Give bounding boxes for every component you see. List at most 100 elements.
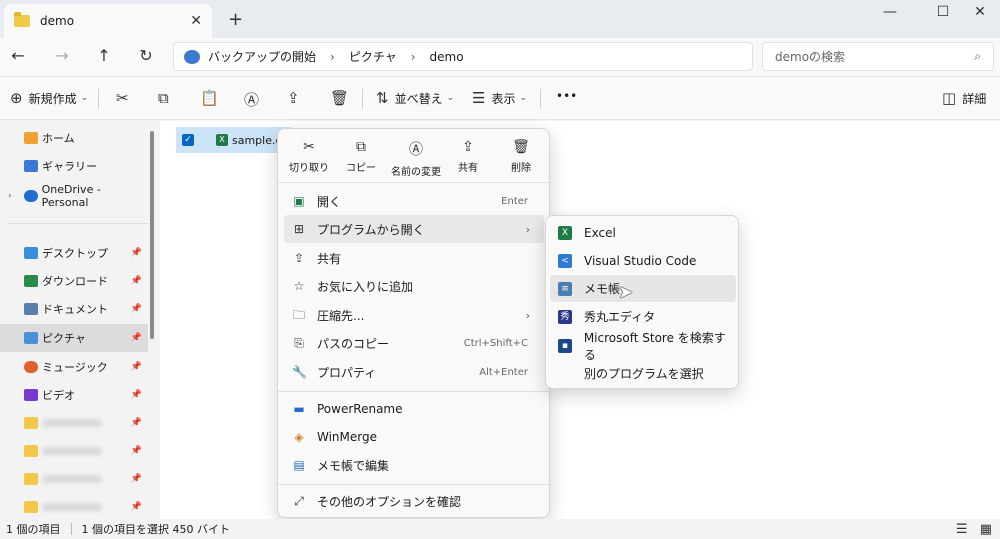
- address-bar[interactable]: バックアップの開始 › ピクチャ › demo: [173, 42, 753, 71]
- submenu-item-choose-program[interactable]: 別のプログラムを選択: [550, 360, 736, 387]
- submenu-item-label: メモ帳: [584, 282, 621, 296]
- navigation-bar: ← → ↑ ↻ バックアップの開始 › ピクチャ › demo demoの検索 …: [0, 38, 1000, 76]
- menu-item-properties[interactable]: 🔧 プロパティ Alt+Enter: [284, 358, 544, 386]
- sidebar-item-folder[interactable]: 📌: [0, 465, 148, 493]
- view-button[interactable]: ☰ 表示 ⌄: [472, 89, 527, 107]
- sidebar-item-pictures[interactable]: ピクチャ 📌: [0, 324, 148, 352]
- breadcrumb-demo[interactable]: demo: [430, 50, 464, 64]
- list-view-icon[interactable]: ☰: [956, 522, 968, 537]
- submenu-item-store[interactable]: ▪ Microsoft Store を検索する: [550, 331, 736, 362]
- checkbox-icon[interactable]: ✓: [182, 134, 194, 146]
- divider: [362, 89, 363, 109]
- sidebar-item-downloads[interactable]: ダウンロード 📌: [0, 267, 148, 295]
- chevron-down-icon: ⌄: [519, 93, 528, 103]
- share-action[interactable]: ⇪ 共有: [441, 139, 495, 174]
- sort-icon: ⇅: [376, 89, 389, 107]
- selection-info: 1 個の項目を選択 450 バイト: [81, 523, 230, 536]
- item-count: 1 個の項目: [6, 523, 61, 536]
- tab-demo[interactable]: demo ✕: [4, 4, 212, 38]
- star-icon: ☆: [293, 279, 305, 293]
- submenu-item-excel[interactable]: X Excel: [550, 219, 736, 246]
- menu-item-share[interactable]: ⇪ 共有: [284, 244, 544, 272]
- close-button[interactable]: ✕: [960, 4, 1000, 20]
- sidebar-item-desktop[interactable]: デスクトップ 📌: [0, 239, 148, 267]
- menu-item-compress[interactable]: 🗀 圧縮先... ›: [284, 301, 544, 329]
- document-icon: [24, 303, 38, 315]
- sort-button[interactable]: ⇅ 並べ替え ⌄: [376, 89, 454, 107]
- menu-item-open[interactable]: ▣ 開く Enter: [284, 187, 544, 215]
- breadcrumb-separator[interactable]: ›: [330, 50, 335, 64]
- divider: [70, 523, 72, 535]
- details-button[interactable]: ◫ 詳細: [942, 89, 986, 107]
- breadcrumb-separator[interactable]: ›: [411, 50, 416, 64]
- context-menu: ✂ 切り取り ⧉ コピー Ⓐ 名前の変更 ⇪ 共有 🗑 削除 ▣ 開く Ente…: [277, 128, 551, 518]
- forward-button[interactable]: →: [50, 46, 74, 65]
- delete-action[interactable]: 🗑 削除: [494, 139, 548, 174]
- expand-icon[interactable]: ›: [8, 191, 12, 201]
- search-input[interactable]: demoの検索 ⌕: [762, 42, 994, 71]
- pin-icon: 📌: [130, 390, 142, 400]
- up-button[interactable]: ↑: [92, 46, 116, 65]
- copy-button[interactable]: ⧉: [158, 89, 175, 107]
- copy-path-icon: ⎘: [294, 336, 304, 350]
- new-tab-button[interactable]: +: [228, 9, 243, 30]
- status-bar: 1 個の項目 1 個の項目を選択 450 バイト: [0, 519, 1000, 539]
- tab-close-icon[interactable]: ✕: [190, 13, 202, 29]
- title-bar: demo ✕ + — ☐ ✕: [0, 0, 1000, 38]
- new-button[interactable]: ⊕ 新規作成 ⌄: [10, 89, 88, 107]
- file-item[interactable]: ✓ X sample.c: [176, 127, 292, 153]
- scissors-icon: ✂: [116, 89, 129, 107]
- menu-item-open-with[interactable]: ⊞ プログラムから開く ›: [284, 215, 544, 243]
- copy-action[interactable]: ⧉ コピー: [334, 139, 388, 174]
- backup-icon: [184, 49, 200, 64]
- sidebar-item-folder[interactable]: 📌: [0, 437, 148, 465]
- paste-button[interactable]: 📋: [200, 89, 225, 107]
- refresh-button[interactable]: ↻: [134, 46, 158, 65]
- rename-button[interactable]: Ⓐ: [244, 89, 265, 110]
- trash-icon: 🗑: [512, 139, 530, 155]
- submenu-item-vscode[interactable]: < Visual Studio Code: [550, 247, 736, 274]
- delete-button[interactable]: 🗑: [330, 89, 355, 107]
- gallery-icon: [24, 160, 38, 172]
- chevron-right-icon: ›: [525, 222, 530, 236]
- submenu-item-hidemaru[interactable]: 秀 秀丸エディタ: [550, 303, 736, 330]
- menu-item-powerrename[interactable]: ▬ PowerRename: [284, 395, 544, 423]
- sidebar-item-videos[interactable]: ビデオ 📌: [0, 381, 148, 409]
- menu-item-winmerge[interactable]: ◈ WinMerge: [284, 423, 544, 451]
- rename-icon: Ⓐ: [409, 142, 423, 158]
- sidebar-item-onedrive[interactable]: › OneDrive - Personal: [0, 182, 148, 210]
- details-label: 詳細: [962, 91, 987, 106]
- chevron-down-icon: ⌄: [446, 93, 455, 103]
- more-button[interactable]: •••: [556, 89, 577, 103]
- cut-action[interactable]: ✂ 切り取り: [282, 139, 336, 174]
- plus-circle-icon: ⊕: [10, 89, 23, 107]
- scissors-icon: ✂: [303, 139, 315, 155]
- share-button[interactable]: ⇪: [287, 89, 306, 107]
- back-button[interactable]: ←: [6, 46, 30, 65]
- menu-item-copy-path[interactable]: ⎘ パスのコピー Ctrl+Shift+C: [284, 329, 544, 357]
- minimize-button[interactable]: —: [870, 4, 910, 20]
- cut-button[interactable]: ✂: [116, 89, 135, 107]
- copy-icon: ⧉: [158, 89, 169, 107]
- breadcrumb-pictures[interactable]: ピクチャ: [349, 48, 397, 65]
- rename-action[interactable]: Ⓐ 名前の変更: [388, 139, 444, 178]
- sidebar-item-folder[interactable]: 📌: [0, 409, 148, 437]
- sidebar-item-home[interactable]: ホーム: [0, 124, 148, 152]
- sidebar-item-music[interactable]: ミュージック 📌: [0, 353, 148, 381]
- sidebar-item-documents[interactable]: ドキュメント 📌: [0, 295, 148, 323]
- sidebar-item-folder[interactable]: 📌: [0, 493, 148, 521]
- open-with-submenu: X Excel < Visual Studio Code ≡ メモ帳 秀 秀丸エ…: [545, 215, 739, 389]
- breadcrumb-backup[interactable]: バックアップの開始: [208, 48, 316, 65]
- sidebar-item-gallery[interactable]: ギャラリー: [0, 152, 148, 180]
- music-icon: [24, 361, 38, 373]
- tiles-view-icon[interactable]: ▦: [980, 522, 992, 537]
- submenu-item-notepad[interactable]: ≡ メモ帳: [550, 275, 736, 302]
- menu-item-edit-notepad[interactable]: ▤ メモ帳で編集: [284, 451, 544, 479]
- sidebar-item-label: ギャラリー: [42, 160, 97, 173]
- menu-item-more-options[interactable]: ⤢ その他のオプションを確認: [284, 487, 544, 515]
- sidebar-scrollbar[interactable]: [150, 131, 154, 339]
- pin-icon: 📌: [130, 333, 142, 343]
- menu-item-favorite[interactable]: ☆ お気に入りに追加: [284, 272, 544, 300]
- rename-label: 名前の変更: [391, 167, 441, 178]
- maximize-button[interactable]: ☐: [923, 4, 963, 20]
